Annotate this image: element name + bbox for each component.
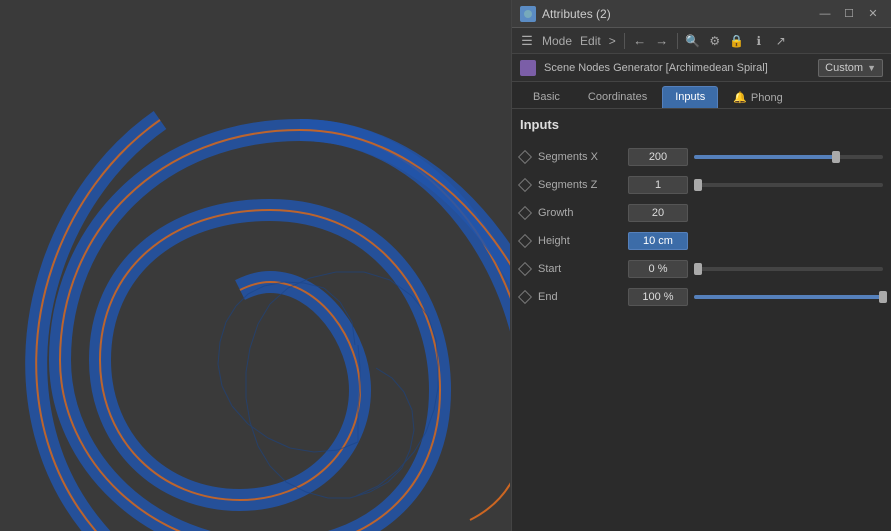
param-slider-handle-0[interactable] [832, 151, 840, 163]
param-value-4[interactable] [628, 260, 688, 278]
param-slider-area-1[interactable] [694, 183, 883, 187]
tab-inputs[interactable]: Inputs [662, 86, 718, 108]
mode-menu[interactable]: Mode [540, 34, 574, 48]
param-row: Height [520, 228, 883, 254]
param-row: Growth [520, 200, 883, 226]
param-name-4: Start [538, 263, 628, 275]
param-slider-area-4[interactable] [694, 267, 883, 271]
param-row: Segments Z [520, 172, 883, 198]
inputs-section-title: Inputs [520, 117, 883, 136]
param-value-5[interactable] [628, 288, 688, 306]
param-diamond-segments-x[interactable] [518, 150, 532, 164]
filter-icon[interactable]: ⚙ [706, 32, 724, 50]
window-title: Attributes (2) [542, 7, 815, 21]
node-dropdown-value: Custom [825, 62, 863, 74]
tab-basic[interactable]: Basic [520, 86, 573, 108]
param-slider-fill-0 [694, 155, 836, 159]
spiral-viewport [0, 0, 510, 531]
param-diamond-height[interactable] [518, 234, 532, 248]
node-icon [520, 60, 536, 76]
node-row: Scene Nodes Generator [Archimedean Spira… [512, 54, 891, 82]
node-label: Scene Nodes Generator [Archimedean Spira… [544, 62, 810, 74]
tab-coordinates[interactable]: Coordinates [575, 86, 660, 108]
menu-icon[interactable]: ☰ [518, 32, 536, 50]
param-name-1: Segments Z [538, 179, 628, 191]
chevron-down-icon: ▼ [867, 63, 876, 73]
attributes-panel: Attributes (2) — ☐ ✕ ☰ Mode Edit > ← → 🔍… [511, 0, 891, 531]
param-name-2: Growth [538, 207, 628, 219]
phong-icon: 🔔 [733, 91, 747, 104]
toolbar: ☰ Mode Edit > ← → 🔍 ⚙ 🔒 ℹ ↗ [512, 28, 891, 54]
toolbar-separator-2 [677, 33, 678, 49]
param-slider-area-5[interactable] [694, 295, 883, 299]
param-diamond-segments-z[interactable] [518, 178, 532, 192]
lock-icon[interactable]: 🔒 [728, 32, 746, 50]
param-slider-area-0[interactable] [694, 155, 883, 159]
param-name-0: Segments X [538, 151, 628, 163]
maximize-button[interactable]: ☐ [839, 7, 859, 21]
minimize-button[interactable]: — [815, 7, 835, 21]
param-value-3[interactable] [628, 232, 688, 250]
export-icon[interactable]: ↗ [772, 32, 790, 50]
param-row: Start [520, 256, 883, 282]
param-row: Segments X [520, 144, 883, 170]
param-diamond-start[interactable] [518, 262, 532, 276]
attributes-icon [520, 6, 536, 22]
edit-menu[interactable]: Edit [578, 34, 603, 48]
menu-arrow: > [607, 34, 618, 48]
content-area: Inputs Segments XSegments ZGrowthHeightS… [512, 109, 891, 531]
back-icon[interactable]: ← [631, 32, 649, 50]
info-icon[interactable]: ℹ [750, 32, 768, 50]
param-slider-handle-1[interactable] [694, 179, 702, 191]
param-value-2[interactable] [628, 204, 688, 222]
close-button[interactable]: ✕ [863, 7, 883, 21]
param-name-3: Height [538, 235, 628, 247]
toolbar-separator-1 [624, 33, 625, 49]
param-slider-handle-5[interactable] [879, 291, 887, 303]
param-slider-handle-4[interactable] [694, 263, 702, 275]
forward-icon[interactable]: → [653, 32, 671, 50]
param-name-5: End [538, 291, 628, 303]
param-diamond-end[interactable] [518, 290, 532, 304]
title-controls: — ☐ ✕ [815, 7, 883, 21]
param-row: End [520, 284, 883, 310]
params-container: Segments X Segments Z Growth Height Start End [520, 144, 883, 310]
title-bar: Attributes (2) — ☐ ✕ [512, 0, 891, 28]
tab-phong[interactable]: 🔔 Phong [720, 86, 796, 108]
param-diamond-growth[interactable] [518, 206, 532, 220]
param-slider-fill-5 [694, 295, 883, 299]
param-value-0[interactable] [628, 148, 688, 166]
phong-label: Phong [751, 92, 783, 104]
node-dropdown[interactable]: Custom ▼ [818, 59, 883, 77]
viewport [0, 0, 510, 531]
tabs: Basic Coordinates Inputs 🔔 Phong [512, 82, 891, 109]
param-value-1[interactable] [628, 176, 688, 194]
search-icon[interactable]: 🔍 [684, 32, 702, 50]
